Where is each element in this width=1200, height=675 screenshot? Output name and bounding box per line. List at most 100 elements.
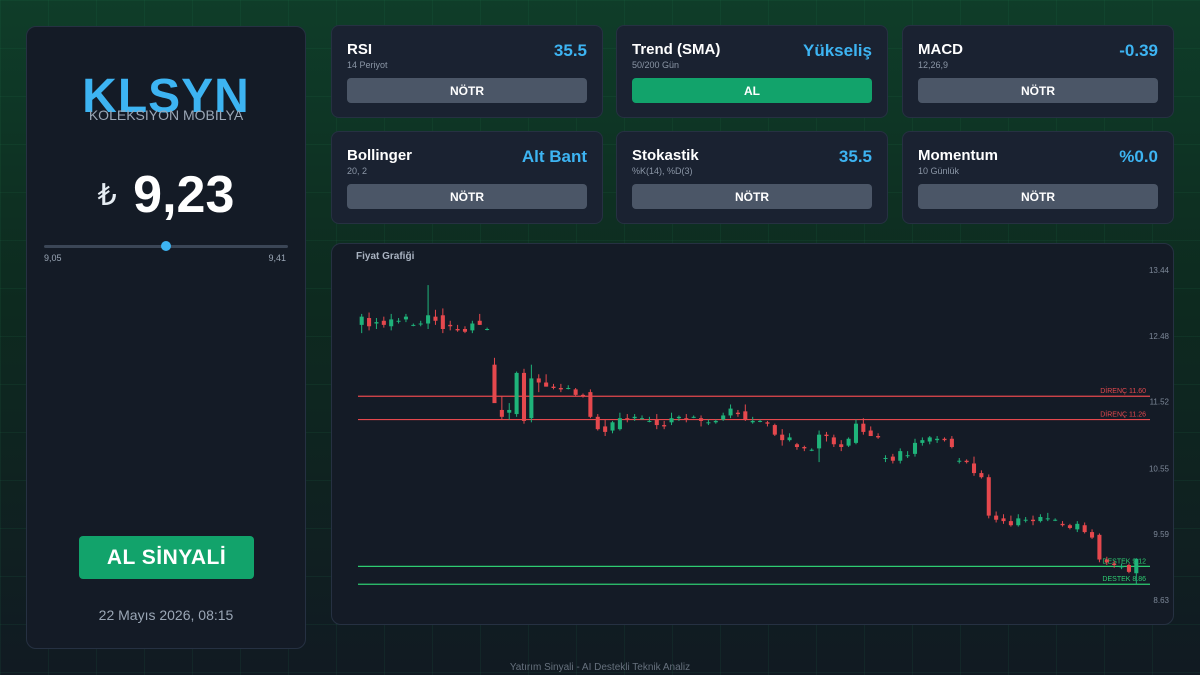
indicator-action-button[interactable]: NÖTR [918,184,1158,209]
company-name: KOLEKSIYON MOBILYA [88,107,244,123]
indicator-card-macd: MACD 12,26,9 -0.39 NÖTR [902,25,1174,118]
candle-down [499,409,504,417]
candle-up [853,423,859,443]
candle-up [403,316,408,320]
indicator-action-button[interactable]: NÖTR [347,78,587,103]
indicator-title: Bollinger [347,147,413,164]
support-label: DESTEK 9.12 [1102,558,1146,565]
candle-down [780,434,785,441]
candle-up [1053,519,1058,521]
indicator-card-stochastic: Stokastik %K(14), %D(3) 35.5 NÖTR [616,131,888,224]
indicator-card-momentum: Momentum 10 Günlük %0.0 NÖTR [902,131,1174,224]
indicator-value: Yükseliş [803,41,872,60]
y-tick-label: 10.55 [1149,464,1170,473]
candle-up [721,415,726,420]
indicator-title: Trend (SMA) [632,41,721,58]
candle-down [455,329,460,331]
candle-up [1038,516,1043,522]
day-range-slider [44,241,288,251]
candle-up [1023,519,1028,521]
indicator-value: -0.39 [1119,41,1158,60]
buy-signal-button[interactable]: AL SİNYALİ [79,536,254,579]
candle-up [905,455,910,457]
candle-down [1090,532,1095,538]
y-tick-label: 8.63 [1153,596,1169,605]
candle-up [1075,523,1080,530]
candle-up [1016,518,1021,526]
candle-down [971,463,977,474]
y-tick-label: 9.59 [1153,530,1169,539]
indicator-value: 35.5 [553,41,587,60]
candle-down [1067,525,1072,528]
last-updated-timestamp: 22 Mayıs 2026, 08:15 [98,607,234,623]
currency-symbol: ₺ [97,178,117,212]
indicator-action-button[interactable]: NÖTR [918,78,1158,103]
candle-down [558,388,563,390]
candle-down [979,473,984,478]
candle-up [632,416,637,419]
candle-down [477,320,482,325]
candle-down [831,437,836,445]
price-display: ₺ 9,23 [27,165,305,225]
resistance-label: DİRENÇ 11.60 [1100,386,1146,395]
candle-up [647,420,652,422]
candle-down [839,444,844,448]
candle-down [580,394,586,397]
candle-up [566,388,571,390]
y-tick-label: 12.48 [1149,332,1170,341]
candle-up [514,372,519,415]
indicator-action-button[interactable]: AL [632,78,872,103]
candle-down [536,378,541,383]
candle-up [485,329,490,331]
candle-down [448,324,453,327]
candle-down [1008,521,1013,526]
candle-up [927,437,932,442]
candle-down [381,320,386,325]
current-price: 9,23 [133,166,235,224]
candle-down [1082,525,1087,533]
candle-down [765,422,770,424]
candle-up [617,418,622,430]
candle-up [787,437,792,441]
candle-down [625,418,630,420]
candle-down [367,318,372,327]
indicator-subtitle: 14 Periyot [347,60,388,70]
candlestick-chart: 13.44 12.48 11.52 10.55 9.59 8.63 DİRENÇ 11.60… [358,266,1170,605]
candle-up [359,316,364,325]
candle-down [662,425,667,427]
candle-up [817,434,822,449]
candle-down [492,364,497,404]
indicator-value: Alt Bant [521,147,587,166]
indicator-subtitle: 50/200 Gün [632,60,680,70]
indicator-action-button[interactable]: NÖTR [347,184,587,209]
candle-up [418,323,423,325]
candle-up [912,442,918,454]
candle-down [699,418,704,421]
candle-up [809,449,814,451]
stock-summary-panel: KLSYN KOLEKSIYON MOBILYA ₺ 9,23 9,05 9,4… [26,26,306,649]
indicator-card-bollinger: Bollinger 20, 2 Alt Bant NÖTR [331,131,603,224]
candle-down [942,438,947,441]
candle-up [529,378,534,419]
candle-up [669,418,674,423]
candle-down [1060,523,1065,526]
candle-down [462,329,468,332]
resistance-label: DİRENÇ 11.26 [1100,410,1146,419]
candle-down [986,477,991,516]
candle-down [595,416,600,430]
candle-up [883,457,888,459]
candle-up [750,420,755,423]
candle-down [573,389,578,395]
candle-down [949,438,954,448]
candle-up [610,422,615,431]
support-label: DESTEK 8.86 [1102,576,1146,583]
candle-down [544,382,549,387]
candle-down [654,419,659,426]
y-tick-label: 13.44 [1149,266,1170,275]
indicator-title: Stokastik [632,147,699,164]
candle-up [706,422,711,424]
indicator-action-button[interactable]: NÖTR [632,184,872,209]
candle-up [758,420,763,422]
candle-up [507,409,512,413]
indicator-value: 35.5 [838,147,872,166]
